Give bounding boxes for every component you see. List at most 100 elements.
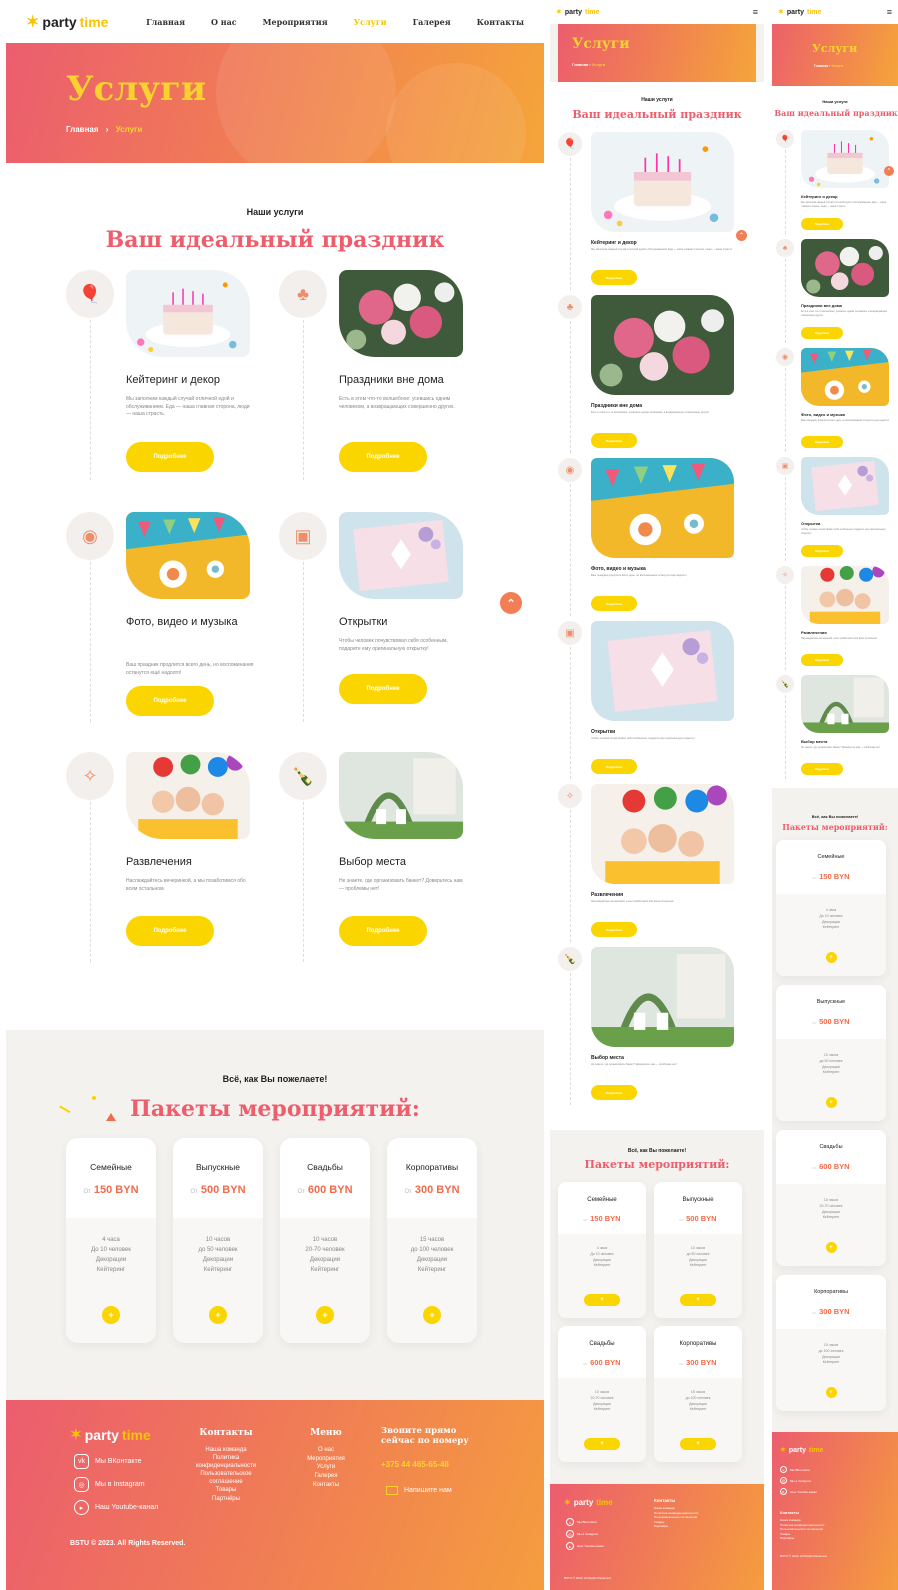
package-price: От 500 BYN xyxy=(654,1214,742,1223)
social-youtube[interactable]: ▸ Наш Youtube-канал xyxy=(780,1488,817,1495)
nav-item-about[interactable]: О нас xyxy=(211,17,237,27)
breadcrumb-home[interactable]: Главная xyxy=(572,62,588,67)
footer-link[interactable]: Политика конфиденциальности xyxy=(186,1454,266,1470)
social-vk[interactable]: vk Мы ВКонтакте xyxy=(74,1454,158,1469)
mobile-logo[interactable]: ✶ party time xyxy=(778,8,821,17)
more-button[interactable]: Подробнее xyxy=(126,916,214,946)
footer-link[interactable]: Партнёры xyxy=(780,1536,824,1541)
footer-menu-link[interactable]: Услуги xyxy=(296,1463,356,1472)
footer-menu-link[interactable]: Контакты xyxy=(296,1481,356,1490)
social-instagram[interactable]: ◎ Мы в Instagram xyxy=(74,1477,158,1492)
social-instagram[interactable]: ◎ Мы в Instagram xyxy=(780,1477,817,1484)
footer-menu-link[interactable]: Галерея xyxy=(296,1472,356,1481)
nav-item-contacts[interactable]: Контакты xyxy=(477,17,524,27)
more-button[interactable]: Подробнее xyxy=(339,674,427,704)
social-youtube[interactable]: ▸ Наш Youtube-канал xyxy=(566,1542,604,1550)
service-text: Есть в этом что-то волшебное: усевшись о… xyxy=(339,396,455,410)
package-features: 10 часов 20-70 человек Декорации Кейтеринг xyxy=(280,1236,370,1276)
more-button[interactable]: Подробнее xyxy=(126,686,214,716)
package-add-button[interactable]: + xyxy=(825,1387,837,1398)
mobile-copyright: BSTU © 2023. All Rights Reserved. xyxy=(780,1554,828,1558)
service-photo xyxy=(591,947,734,1047)
package-feature: Кейтеринг xyxy=(822,925,840,930)
package-price: От 150 BYN xyxy=(558,1214,646,1223)
footer-link[interactable]: Пользовательское соглашение xyxy=(186,1470,266,1486)
scroll-top-button[interactable]: ⌃ xyxy=(500,592,522,614)
desktop-view: ✶ party time Главная О нас Мероприятия Ус… xyxy=(6,0,544,1590)
social-youtube[interactable]: ▸ Наш Youtube-канал xyxy=(74,1500,158,1515)
package-add-button[interactable]: + xyxy=(825,1097,837,1108)
package-add-button[interactable]: + xyxy=(316,1306,334,1324)
footer-link[interactable]: Наша команда xyxy=(186,1446,266,1454)
package-card: Корпоративы От 300 BYN 15 часов до 100 челов… xyxy=(654,1326,742,1462)
service-photo xyxy=(591,621,734,721)
package-add-button[interactable]: + xyxy=(680,1294,716,1306)
site-logo[interactable]: ✶ party time xyxy=(26,12,108,32)
package-add-button[interactable]: + xyxy=(584,1294,620,1306)
more-button[interactable]: Подробнее xyxy=(591,759,637,774)
nav-item-gallery[interactable]: Галерея xyxy=(413,17,451,27)
instagram-icon: ◎ xyxy=(780,1477,787,1484)
more-button[interactable]: Подробнее xyxy=(801,436,843,448)
write-us-link[interactable]: Напишите нам xyxy=(386,1486,452,1495)
package-feature: Кейтеринг xyxy=(310,1266,340,1273)
package-name: Выпускные xyxy=(682,1197,714,1203)
footer-link[interactable]: Партнёры xyxy=(654,1524,698,1529)
package-add-button[interactable]: + xyxy=(825,952,837,963)
nav-item-home[interactable]: Главная xyxy=(146,17,185,27)
package-add-button[interactable]: + xyxy=(209,1306,227,1324)
scroll-top-button[interactable]: ⌃ xyxy=(884,166,894,176)
more-button[interactable]: Подробнее xyxy=(801,763,843,775)
more-button[interactable]: Подробнее xyxy=(126,442,214,472)
social-label: Мы ВКонтакте xyxy=(790,1467,810,1472)
package-add-button[interactable]: + xyxy=(423,1306,441,1324)
package-features: 4 часа До 10 человек Декорации Кейтеринг xyxy=(558,1246,646,1269)
more-button[interactable]: Подробнее xyxy=(801,218,843,230)
social-vk[interactable]: v Мы ВКонтакте xyxy=(780,1466,817,1473)
more-button[interactable]: Подробнее xyxy=(591,270,637,285)
more-button[interactable]: Подробнее xyxy=(801,545,843,557)
more-button[interactable]: Подробнее xyxy=(339,442,427,472)
social-vk[interactable]: v Мы ВКонтакте xyxy=(566,1518,604,1526)
more-button[interactable]: Подробнее xyxy=(339,916,427,946)
social-instagram[interactable]: ◎ Мы в Instagram xyxy=(566,1530,604,1538)
footer-menu-link[interactable]: Мероприятия xyxy=(296,1455,356,1464)
scroll-top-button[interactable]: ⌃ xyxy=(736,230,747,241)
package-add-button[interactable]: + xyxy=(584,1438,620,1450)
youtube-icon: ▸ xyxy=(566,1542,574,1550)
nav-item-events[interactable]: Мероприятия xyxy=(263,17,328,27)
service-title: Открытки xyxy=(339,616,388,628)
nav-item-services[interactable]: Услуги xyxy=(354,17,387,27)
service-photo xyxy=(801,130,889,188)
footer-link[interactable]: Пользовательское соглашение xyxy=(654,1515,698,1520)
footer-logo[interactable]: ✶ party time xyxy=(70,1426,151,1443)
footer-link[interactable]: Пользовательское соглашение xyxy=(780,1527,824,1532)
footer-link[interactable]: Товары xyxy=(186,1486,266,1494)
package-add-button[interactable]: + xyxy=(102,1306,120,1324)
more-button[interactable]: Подробнее xyxy=(801,327,843,339)
more-button[interactable]: Подробнее xyxy=(801,654,843,666)
footer-link[interactable]: Партнёры xyxy=(186,1495,266,1503)
tablet-footer-logo[interactable]: ✶ party time xyxy=(564,1498,613,1507)
breadcrumb-home[interactable]: Главная xyxy=(66,125,99,134)
breadcrumb-home[interactable]: Главная xyxy=(814,64,828,68)
service-photo xyxy=(126,270,250,357)
more-button[interactable]: Подробнее xyxy=(591,433,637,448)
social-label: Мы ВКонтакте xyxy=(95,1458,142,1465)
package-add-button[interactable]: + xyxy=(680,1438,716,1450)
price-value: 500 BYN xyxy=(819,1017,850,1026)
package-name: Выпускные xyxy=(195,1162,241,1172)
breadcrumb-current: Услуги xyxy=(591,62,606,67)
more-button[interactable]: Подробнее xyxy=(591,922,637,937)
more-button[interactable]: Подробнее xyxy=(591,1085,637,1100)
more-button[interactable]: Подробнее xyxy=(591,596,637,611)
tablet-logo[interactable]: ✶ party time xyxy=(556,8,599,17)
breadcrumb-current: Услуги xyxy=(115,125,143,134)
menu-icon[interactable]: ≡ xyxy=(753,7,758,17)
footer-phone[interactable]: +375 44 465-65-48 xyxy=(381,1460,449,1469)
package-add-button[interactable]: + xyxy=(825,1242,837,1253)
menu-icon[interactable]: ≡ xyxy=(887,7,892,17)
footer-menu-link[interactable]: О нас xyxy=(296,1446,356,1455)
mobile-footer-logo[interactable]: ✶ party time xyxy=(780,1446,823,1455)
package-name: Семейные xyxy=(817,854,845,860)
